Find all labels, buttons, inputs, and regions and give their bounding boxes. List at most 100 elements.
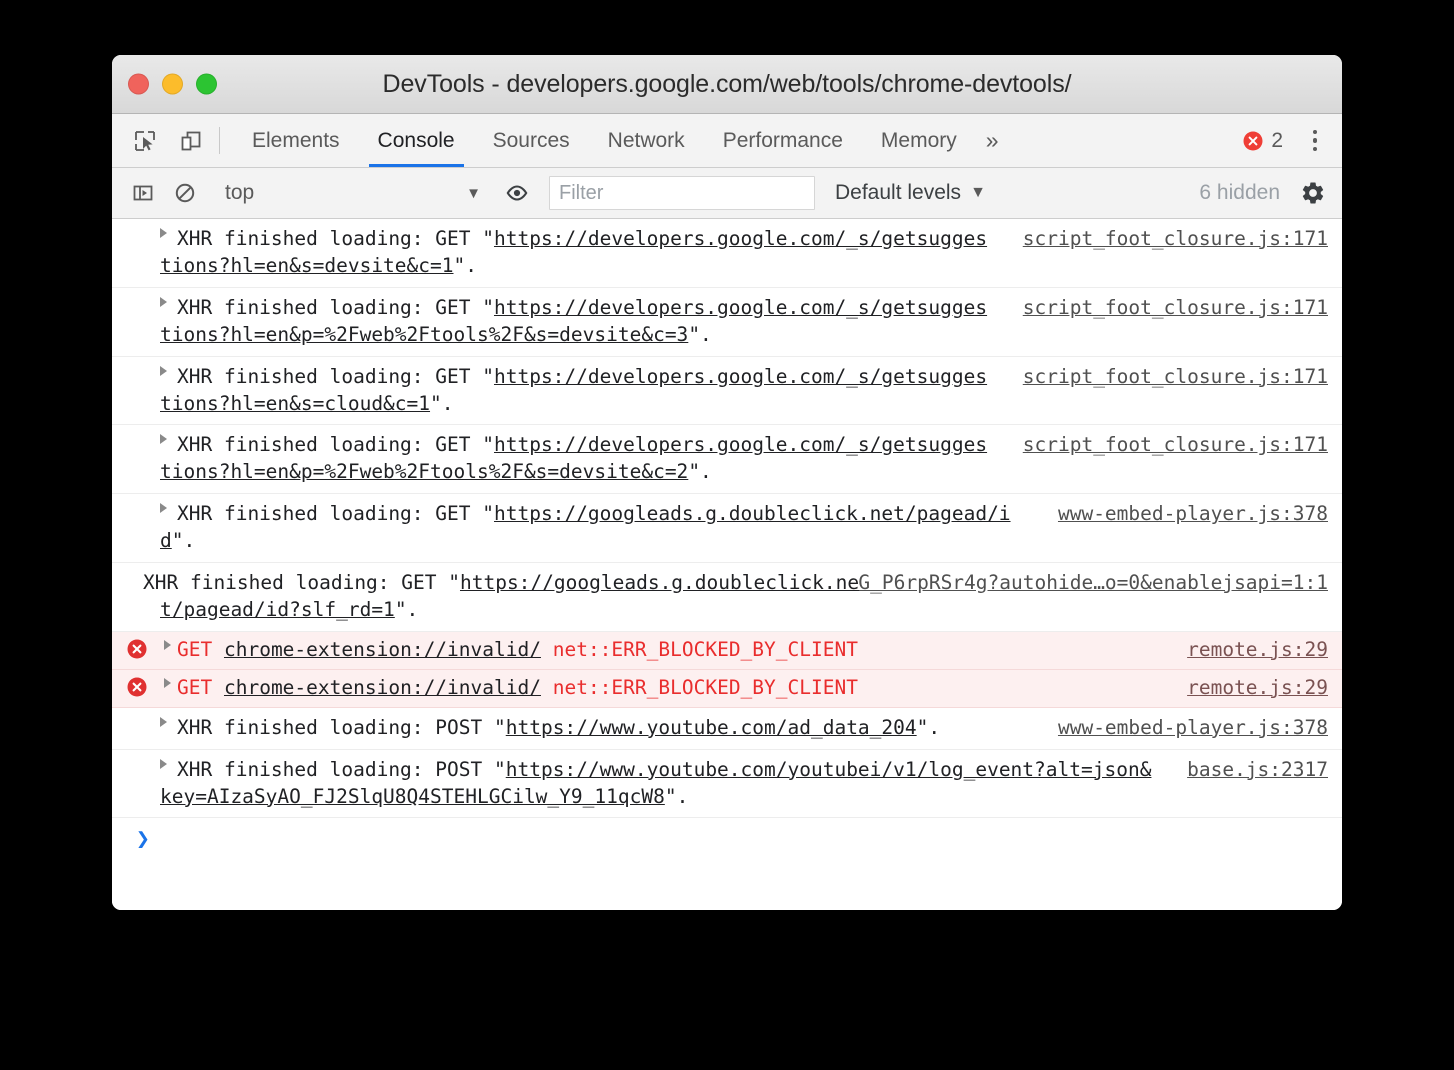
expand-arrow-icon[interactable] xyxy=(160,758,167,769)
tab-label: Network xyxy=(607,128,685,152)
message-source-link[interactable]: www-embed-player.js:378 xyxy=(1041,501,1328,528)
console-message-body: www-embed-player.js:378 XHR finished load… xyxy=(112,501,1328,555)
request-method-label: GET xyxy=(177,637,213,661)
hidden-messages-count[interactable]: 6 hidden xyxy=(1183,181,1296,205)
console-message-body: script_foot_closure.js:171 XHR finished l… xyxy=(112,295,1328,349)
tab-label: Memory xyxy=(880,128,957,152)
message-url-link[interactable]: https://www.youtube.com/ad_data_204 xyxy=(506,716,917,739)
message-prefix: XHR finished loading: GET " xyxy=(143,571,460,595)
console-message[interactable]: script_foot_closure.js:171 XHR finished l… xyxy=(112,288,1342,357)
console-prompt[interactable]: ❯ xyxy=(112,818,1342,851)
tab-elements[interactable]: Elements xyxy=(233,114,359,167)
kebab-menu-icon[interactable] xyxy=(1298,124,1332,158)
tab-label: Elements xyxy=(252,128,340,152)
console-message[interactable]: base.js:2317 XHR finished loading: POST "… xyxy=(112,750,1342,819)
devtools-tab-bar: Elements Console Sources Network Perform… xyxy=(112,114,1342,168)
expand-arrow-icon[interactable] xyxy=(160,434,167,445)
maximize-window-button[interactable] xyxy=(196,73,217,95)
console-error-message[interactable]: remote.js:29 GET chrome-extension://inval… xyxy=(112,631,1342,670)
tab-console[interactable]: Console xyxy=(359,114,474,167)
error-text: net::ERR_BLOCKED_BY_CLIENT xyxy=(552,637,858,661)
clear-console-icon[interactable] xyxy=(168,176,202,210)
tab-network[interactable]: Network xyxy=(589,114,704,167)
message-source-link[interactable]: G_P6rpRSr4g?autohide…o=0&enablejsapi=1:1 xyxy=(858,570,1328,597)
message-suffix: ". xyxy=(394,597,419,621)
close-window-button[interactable] xyxy=(128,73,149,95)
tab-performance[interactable]: Performance xyxy=(704,114,862,167)
title-bar: DevTools - developers.google.com/web/too… xyxy=(112,55,1342,114)
prompt-chevron-icon: ❯ xyxy=(136,826,150,853)
expand-arrow-icon[interactable] xyxy=(160,503,167,514)
message-prefix: XHR finished loading: POST " xyxy=(177,757,506,781)
window-title: DevTools - developers.google.com/web/too… xyxy=(382,69,1072,98)
error-count-badge[interactable]: 2 xyxy=(1242,129,1287,153)
message-source-link[interactable]: base.js:2317 xyxy=(1170,757,1328,784)
message-prefix: XHR finished loading: GET " xyxy=(177,433,494,457)
message-prefix: XHR finished loading: POST " xyxy=(177,715,506,739)
console-message-body: script_foot_closure.js:171 XHR finished l… xyxy=(112,226,1328,280)
message-url-link[interactable]: chrome-extension://invalid/ xyxy=(224,638,541,661)
expand-arrow-icon[interactable] xyxy=(160,365,167,376)
message-source-link[interactable]: remote.js:29 xyxy=(1170,675,1328,702)
message-suffix: ". xyxy=(916,715,941,739)
error-circle-icon xyxy=(1243,131,1263,150)
message-source-link[interactable]: script_foot_closure.js:171 xyxy=(1006,295,1328,322)
console-message-list[interactable]: script_foot_closure.js:171 XHR finished l… xyxy=(112,219,1342,910)
tab-label: Console xyxy=(377,128,455,152)
console-message-body: script_foot_closure.js:171 XHR finished l… xyxy=(112,432,1328,486)
error-circle-icon xyxy=(127,639,147,659)
message-suffix: ". xyxy=(453,253,477,277)
panel-tabs: Elements Console Sources Network Perform… xyxy=(233,114,1013,167)
console-message[interactable]: G_P6rpRSr4g?autohide…o=0&enablejsapi=1:1… xyxy=(112,563,1342,632)
console-error-message[interactable]: remote.js:29 GET chrome-extension://inval… xyxy=(112,669,1342,708)
device-toolbar-icon[interactable] xyxy=(174,124,208,158)
console-message-body: base.js:2317 XHR finished loading: POST "… xyxy=(112,757,1328,811)
console-message-body: www-embed-player.js:378 XHR finished load… xyxy=(112,715,1328,742)
message-source-link[interactable]: www-embed-player.js:378 xyxy=(1041,715,1328,742)
inspect-element-icon[interactable] xyxy=(128,124,162,158)
more-tabs-label: » xyxy=(985,127,999,153)
message-suffix: ". xyxy=(664,784,689,808)
console-sidebar-icon[interactable] xyxy=(126,176,160,210)
live-expression-icon[interactable] xyxy=(500,176,534,210)
console-toolbar: top ▼ Default levels ▼ 6 hidden xyxy=(112,168,1342,219)
more-tabs-icon[interactable]: » xyxy=(976,114,1013,167)
message-source-link[interactable]: remote.js:29 xyxy=(1170,637,1328,664)
minimize-window-button[interactable] xyxy=(162,73,183,95)
console-message[interactable]: script_foot_closure.js:171 XHR finished l… xyxy=(112,357,1342,426)
chevron-down-icon: ▼ xyxy=(466,184,481,202)
message-suffix: ". xyxy=(688,460,712,484)
expand-arrow-icon[interactable] xyxy=(164,639,171,650)
console-message[interactable]: script_foot_closure.js:171 XHR finished l… xyxy=(112,425,1342,495)
error-circle-icon xyxy=(127,677,147,697)
chevron-down-icon: ▼ xyxy=(970,184,986,201)
console-message[interactable]: script_foot_closure.js:171 XHR finished l… xyxy=(112,219,1342,288)
expand-arrow-icon[interactable] xyxy=(160,296,167,307)
gear-icon[interactable] xyxy=(1296,176,1330,210)
console-message[interactable]: www-embed-player.js:378 XHR finished load… xyxy=(112,494,1342,564)
message-prefix: XHR finished loading: GET " xyxy=(177,227,494,250)
expand-arrow-icon[interactable] xyxy=(160,716,167,727)
expand-arrow-icon[interactable] xyxy=(160,228,167,238)
filter-input[interactable] xyxy=(549,176,815,210)
message-url-link[interactable]: chrome-extension://invalid/ xyxy=(224,676,541,699)
log-levels-label: Default levels xyxy=(835,181,962,204)
devtools-window: DevTools - developers.google.com/web/too… xyxy=(112,55,1342,910)
console-message-body: script_foot_closure.js:171 XHR finished l… xyxy=(112,364,1328,418)
error-text: net::ERR_BLOCKED_BY_CLIENT xyxy=(552,675,858,699)
tab-label: Sources xyxy=(492,128,570,152)
message-prefix: XHR finished loading: GET " xyxy=(177,502,494,526)
message-source-link[interactable]: script_foot_closure.js:171 xyxy=(1006,226,1328,253)
message-source-link[interactable]: script_foot_closure.js:171 xyxy=(1006,432,1328,459)
console-message[interactable]: www-embed-player.js:378 XHR finished load… xyxy=(112,708,1342,750)
message-suffix: ". xyxy=(430,391,454,415)
tab-sources[interactable]: Sources xyxy=(474,114,589,167)
request-method-label: GET xyxy=(177,675,213,699)
execution-context-selector[interactable]: top ▼ xyxy=(213,181,487,205)
execution-context-label: top xyxy=(225,181,255,204)
console-message-body: G_P6rpRSr4g?autohide…o=0&enablejsapi=1:1… xyxy=(112,570,1328,624)
log-levels-dropdown[interactable]: Default levels ▼ xyxy=(835,181,986,205)
expand-arrow-icon[interactable] xyxy=(164,677,171,688)
tab-memory[interactable]: Memory xyxy=(862,114,976,167)
message-source-link[interactable]: script_foot_closure.js:171 xyxy=(1006,364,1328,391)
